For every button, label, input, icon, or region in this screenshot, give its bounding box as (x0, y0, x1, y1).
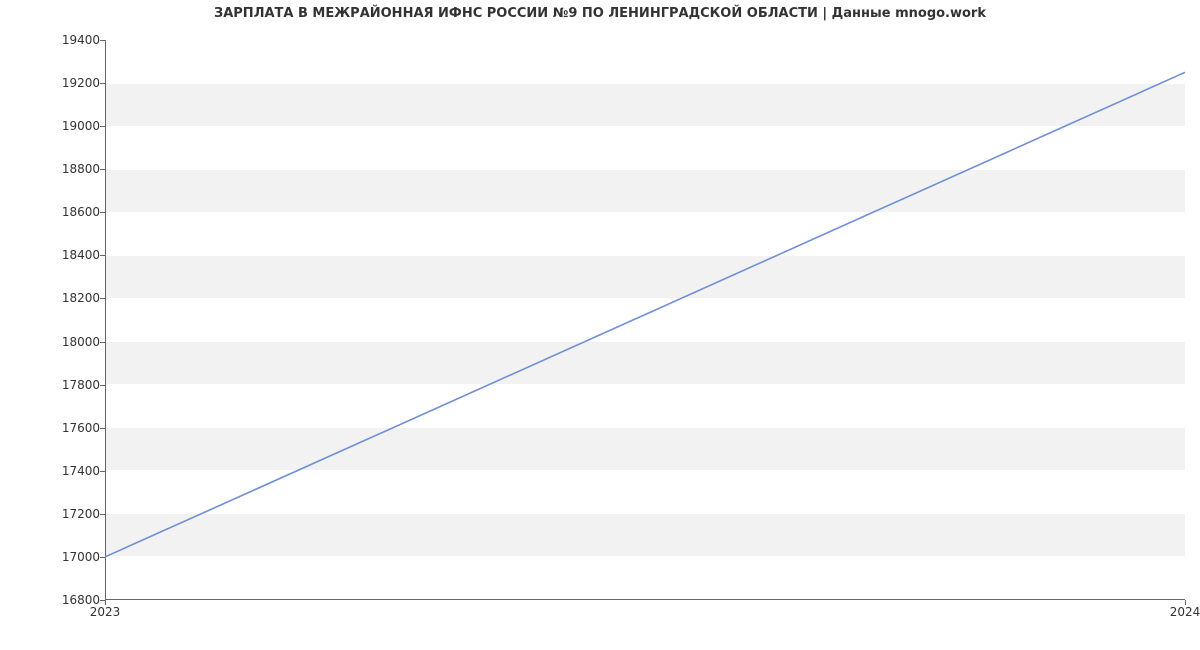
y-tick-mark (100, 471, 105, 472)
chart-title: ЗАРПЛАТА В МЕЖРАЙОННАЯ ИФНС РОССИИ №9 ПО… (0, 6, 1200, 21)
chart-container: ЗАРПЛАТА В МЕЖРАЙОННАЯ ИФНС РОССИИ №9 ПО… (0, 0, 1200, 650)
y-tick-label: 17200 (10, 507, 100, 521)
line-layer (105, 40, 1185, 600)
y-tick-label: 17800 (10, 378, 100, 392)
y-tick-mark (100, 342, 105, 343)
y-tick-mark (100, 169, 105, 170)
y-tick-mark (100, 298, 105, 299)
y-tick-label: 18000 (10, 335, 100, 349)
x-tick-label: 2024 (1170, 605, 1200, 619)
y-tick-label: 16800 (10, 593, 100, 607)
y-tick-label: 19200 (10, 76, 100, 90)
y-tick-mark (100, 255, 105, 256)
x-tick-label: 2023 (90, 605, 121, 619)
y-tick-mark (100, 557, 105, 558)
y-tick-mark (100, 126, 105, 127)
y-tick-mark (100, 385, 105, 386)
y-tick-mark (100, 514, 105, 515)
y-tick-label: 17400 (10, 464, 100, 478)
y-tick-label: 18600 (10, 205, 100, 219)
y-tick-label: 18200 (10, 291, 100, 305)
y-tick-mark (100, 40, 105, 41)
y-tick-mark (100, 428, 105, 429)
y-tick-label: 19400 (10, 33, 100, 47)
y-tick-label: 19000 (10, 119, 100, 133)
y-tick-label: 17000 (10, 550, 100, 564)
y-tick-label: 18800 (10, 162, 100, 176)
y-tick-mark (100, 212, 105, 213)
y-tick-label: 18400 (10, 248, 100, 262)
y-tick-mark (100, 83, 105, 84)
y-tick-label: 17600 (10, 421, 100, 435)
data-line (105, 72, 1185, 557)
